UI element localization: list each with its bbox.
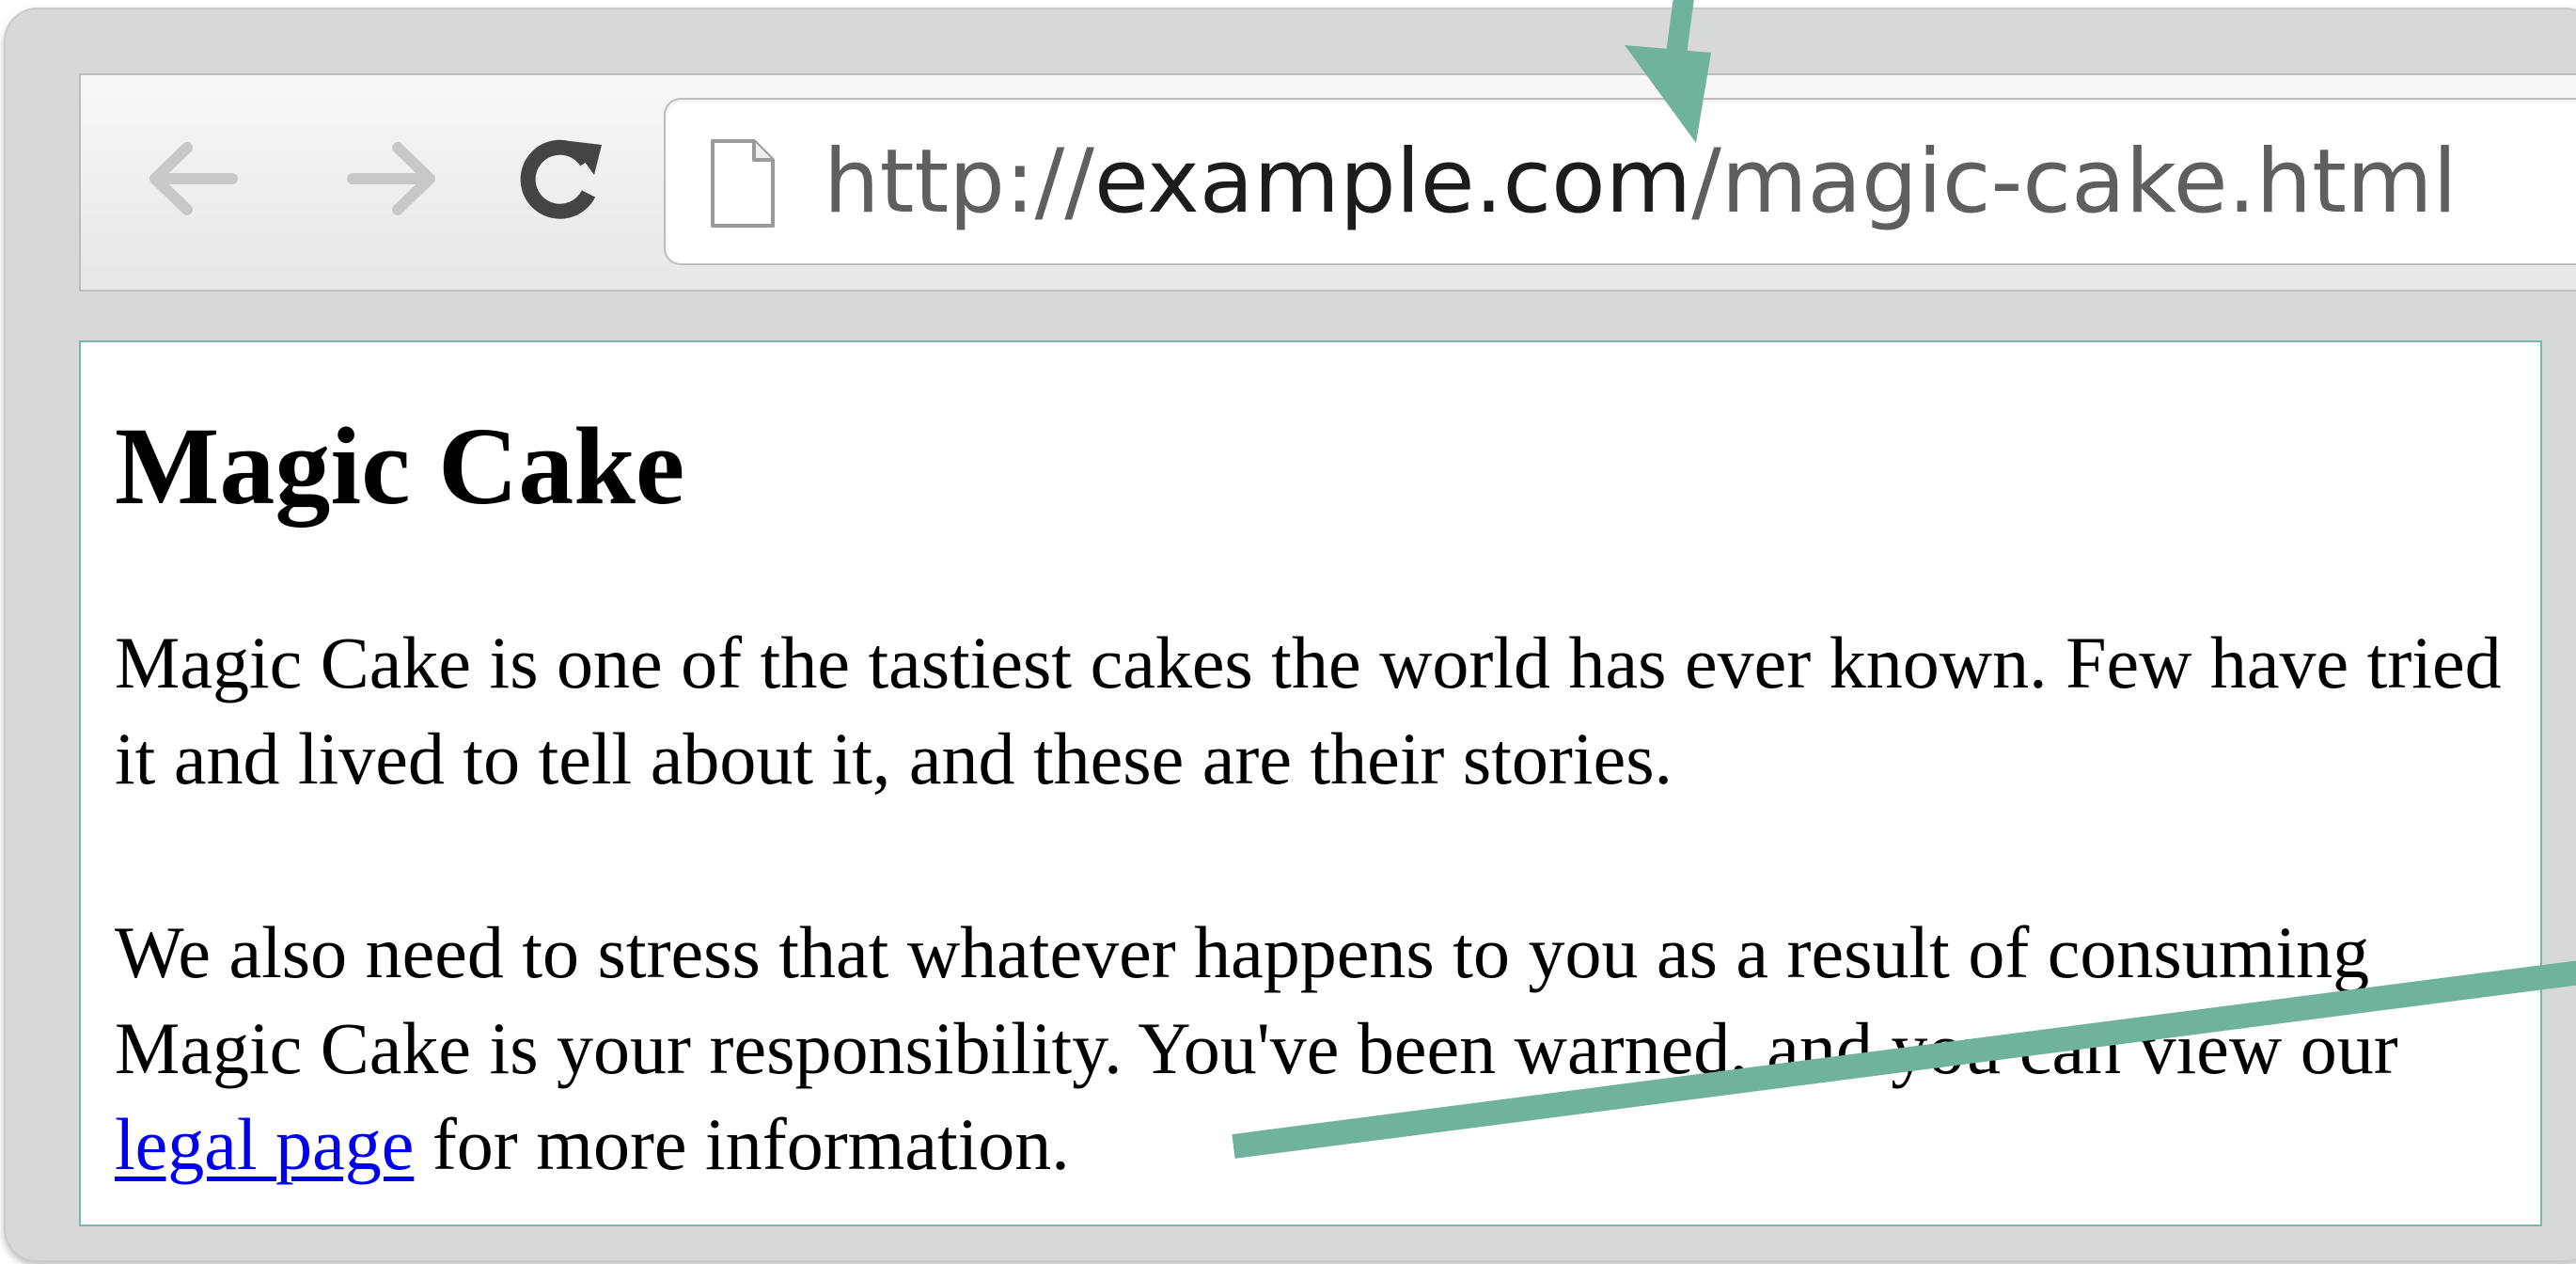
url-path: /magic-cake.html [1691,131,2458,233]
browser-toolbar: http://example.com/magic-cake.html [79,73,2576,292]
disclaimer-paragraph: We also need to stress that whatever hap… [115,905,2521,1193]
url-text[interactable]: http://example.com/magic-cake.html [824,124,2458,241]
disclaimer-text-end: for more information. [414,1103,1070,1185]
back-button[interactable] [135,122,248,235]
forward-button[interactable] [337,122,449,235]
url-domain: example.com [1093,131,1692,233]
arrow-left-icon [149,142,238,215]
page-title: Magic Cake [115,404,685,528]
browser-window: http://example.com/magic-cake.html Magic… [4,8,2576,1262]
intro-paragraph: Magic Cake is one of the tastiest cakes … [115,622,2502,799]
legal-page-link[interactable]: legal page [115,1103,414,1185]
page-icon [711,139,775,228]
address-bar[interactable]: http://example.com/magic-cake.html [664,98,2576,265]
page-content: Magic Cake Magic Cake is one of the tast… [79,340,2542,1226]
url-scheme: http:// [824,131,1094,233]
disclaimer-text-start: We also need to stress that whatever hap… [115,911,2398,1089]
reload-icon [520,139,602,219]
reload-button[interactable] [504,122,617,235]
arrow-right-icon [347,142,435,215]
